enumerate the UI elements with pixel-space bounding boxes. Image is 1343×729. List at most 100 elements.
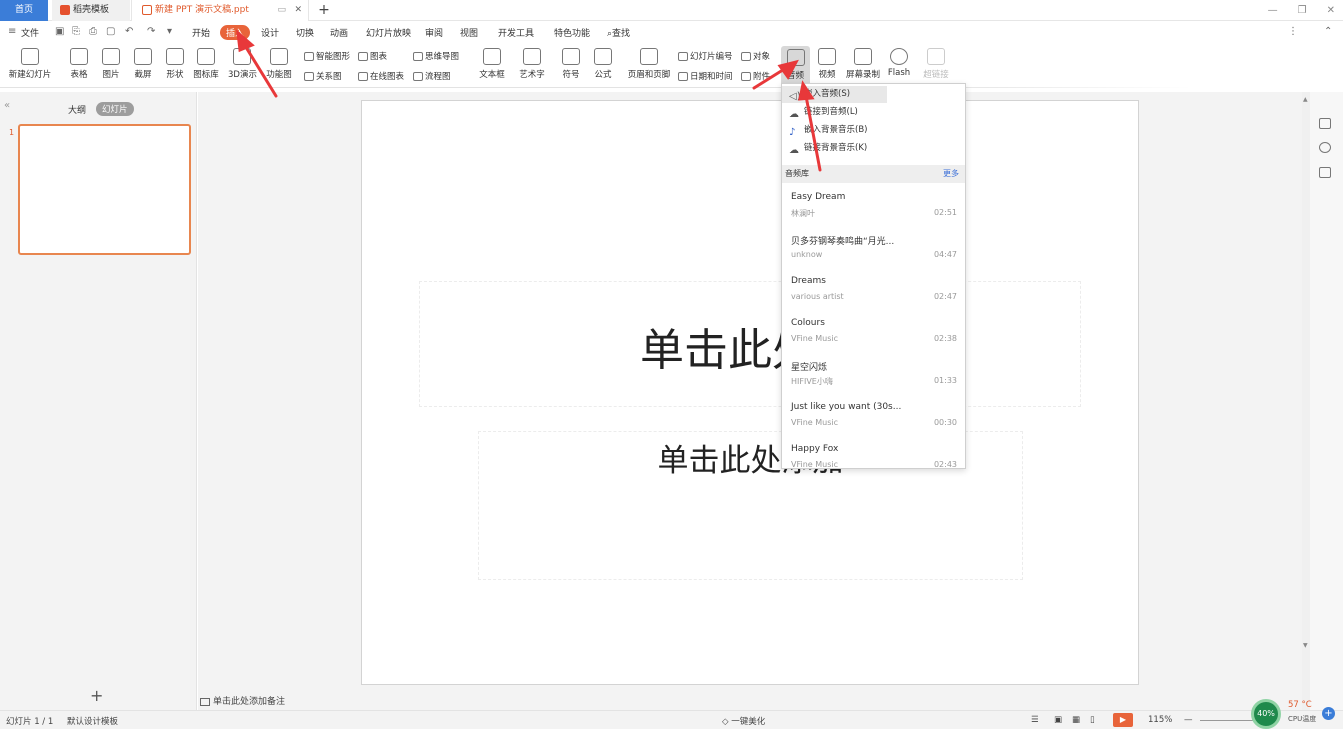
print-icon[interactable]: ⎙ [89, 26, 97, 37]
menu-file[interactable]: 文件 [21, 26, 39, 39]
normal-view-icon[interactable]: ▣ [1054, 715, 1062, 725]
smart-graphic-button[interactable]: 智能图形 [304, 50, 350, 62]
flash-button[interactable]: Flash [887, 48, 911, 78]
insert-bgm-label: 嵌入背景音乐(B) [804, 125, 868, 135]
undo-icon[interactable]: ↶ [125, 26, 133, 37]
menu-slideshow[interactable]: 幻灯片放映 [366, 26, 411, 39]
menu-transition[interactable]: 切换 [296, 26, 314, 39]
wordart-button[interactable]: 艺术字 [517, 48, 547, 80]
save-icon[interactable]: ▣ [55, 26, 64, 37]
screenshot-button[interactable]: 截屏 [130, 48, 156, 80]
minimize-icon[interactable]: — [1268, 5, 1278, 16]
notes-toggle-icon[interactable]: ☰ [1031, 715, 1039, 725]
cpu-usage-indicator[interactable]: 40% [1251, 699, 1281, 729]
restore-icon[interactable]: ❐ [1298, 5, 1307, 16]
song-item[interactable]: Easy Dream 林澜叶 02:51 [782, 186, 965, 228]
attachment-button[interactable]: 附件 [741, 70, 770, 82]
hamburger-icon[interactable]: ≡ [8, 26, 16, 37]
zoom-slider[interactable] [1200, 720, 1260, 721]
menu-animation[interactable]: 动画 [330, 26, 348, 39]
collapse-ribbon-icon[interactable]: ⌃ [1324, 26, 1332, 37]
tab-document[interactable]: 新建 PPT 演示文稿.ppt ▭ ✕ [131, 0, 309, 21]
scroll-down-icon[interactable]: ▼ [1303, 642, 1308, 649]
tab-template[interactable]: 稻壳模板 [52, 0, 130, 21]
preview-icon[interactable]: ▢ [106, 26, 115, 37]
close-tab-icon[interactable]: ✕ [294, 0, 302, 21]
customize-icon[interactable]: ▾ [167, 26, 172, 37]
title-placeholder[interactable]: 单击此处添 [419, 281, 1081, 407]
collapse-panel-icon[interactable]: « [4, 100, 10, 111]
song-item[interactable]: 星空闪烁 HIFIVE小嗨 01:33 [782, 354, 965, 396]
menu-search[interactable]: ⌕查找 [607, 26, 630, 39]
redo-icon[interactable]: ↷ [147, 26, 155, 37]
copy-icon[interactable] [1319, 167, 1331, 178]
header-footer-button[interactable]: 页眉和页脚 [627, 48, 671, 80]
menu-start[interactable]: 开始 [192, 26, 210, 39]
song-item[interactable]: Just like you want (30s... VFine Music 00:… [782, 396, 965, 438]
insert-bgm-item[interactable]: ♪ 嵌入背景音乐(B) [782, 122, 965, 139]
menu-design[interactable]: 设计 [261, 26, 279, 39]
notes-area[interactable]: 单击此处添加备注 [200, 694, 285, 707]
insert-audio-item[interactable]: ◁) 嵌入音频(S) [782, 86, 887, 103]
song-item[interactable]: Dreams various artist 02:47 [782, 270, 965, 312]
adjust-icon[interactable] [1319, 118, 1331, 129]
flow-chart-button[interactable]: 流程图 [413, 70, 451, 82]
picture-button[interactable]: 图片 [98, 48, 124, 80]
menu-view[interactable]: 视图 [460, 26, 478, 39]
formula-button[interactable]: 公式 [591, 48, 615, 80]
scroll-up-icon[interactable]: ▲ [1303, 96, 1308, 103]
pin-icon[interactable]: ▭ [277, 0, 286, 21]
table-button[interactable]: 表格 [66, 48, 92, 80]
play-slideshow-button[interactable]: ▶ [1113, 713, 1133, 727]
beautify-button[interactable]: ◇ 一键美化 [722, 715, 765, 727]
object-button[interactable]: 对象 [741, 50, 770, 62]
template-name[interactable]: 默认设计模板 [67, 715, 118, 727]
more-options-icon[interactable]: ⋮ [1288, 26, 1298, 37]
menu-insert[interactable]: 插入 [220, 25, 251, 40]
cpu-widget-plus-icon[interactable]: + [1322, 707, 1335, 720]
menu-developer[interactable]: 开发工具 [498, 26, 534, 39]
tab-outline[interactable]: 大纲 [68, 103, 86, 116]
demo3d-button[interactable]: 3D演示 [228, 48, 257, 80]
menu-review[interactable]: 审阅 [425, 26, 443, 39]
wordart-icon [523, 48, 541, 65]
online-chart-button[interactable]: 在线图表 [358, 70, 404, 82]
new-tab-button[interactable]: + [316, 0, 332, 21]
zoom-level[interactable]: 115% [1148, 715, 1172, 725]
add-slide-button[interactable]: + [90, 686, 103, 705]
audio-button[interactable]: 音频 [781, 46, 810, 86]
sorter-view-icon[interactable]: ▦ [1072, 715, 1080, 725]
menu-bar: ≡ 文件 ▣ ⎘ ⎙ ▢ ↶ ↷ ▾ 开始 插入 设计 切换 动画 幻灯片放映 … [0, 23, 1343, 43]
relation-button[interactable]: 关系图 [304, 70, 342, 82]
icon-library-button[interactable]: 图标库 [193, 48, 219, 80]
zoom-out-icon[interactable]: — [1184, 715, 1193, 725]
textbox-button[interactable]: 文本框 [477, 48, 507, 80]
tab-slides[interactable]: 幻灯片 [96, 102, 134, 116]
reading-view-icon[interactable]: ▯ [1090, 715, 1095, 725]
format-painter-icon[interactable]: ⎘ [72, 26, 80, 37]
link-audio-item[interactable]: ☁ 链接到音频(L) [782, 104, 965, 121]
shape-button[interactable]: 形状 [162, 48, 188, 80]
datetime-button[interactable]: 日期和时间 [678, 70, 733, 82]
new-slide-button[interactable]: 新建幻灯片 [6, 48, 54, 80]
mind-map-button[interactable]: 思维导图 [413, 50, 459, 62]
menu-special[interactable]: 特色功能 [554, 26, 590, 39]
song-item[interactable]: Happy Fox VFine Music 02:43 [782, 438, 965, 468]
function-chart-button[interactable]: 功能图 [265, 48, 293, 80]
hyperlink-button[interactable]: 超链接 [920, 48, 952, 80]
screen-record-button[interactable]: 屏幕录制 [845, 48, 881, 80]
audio-library-more-link[interactable]: 更多 [943, 165, 959, 183]
slide-number-button[interactable]: 幻灯片编号 [678, 50, 733, 62]
video-button[interactable]: 视频 [815, 48, 839, 80]
song-item[interactable]: Colours VFine Music 02:38 [782, 312, 965, 354]
close-window-icon[interactable]: ✕ [1327, 5, 1335, 16]
link-bgm-item[interactable]: ☁ 链接背景音乐(K) [782, 140, 965, 157]
star-icon[interactable] [1319, 142, 1331, 153]
tab-home[interactable]: 首页 [0, 0, 48, 21]
chart-button[interactable]: 图表 [358, 50, 387, 62]
slide[interactable]: 单击此处添 单击此处添加 [361, 100, 1139, 685]
song-item[interactable]: 贝多芬钢琴奏鸣曲“月光... unknow 04:47 [782, 228, 965, 270]
vertical-scrollbar[interactable]: ▲ ▼ [1302, 92, 1310, 710]
symbol-button[interactable]: 符号 [559, 48, 583, 80]
slide-thumbnail[interactable] [18, 124, 191, 255]
